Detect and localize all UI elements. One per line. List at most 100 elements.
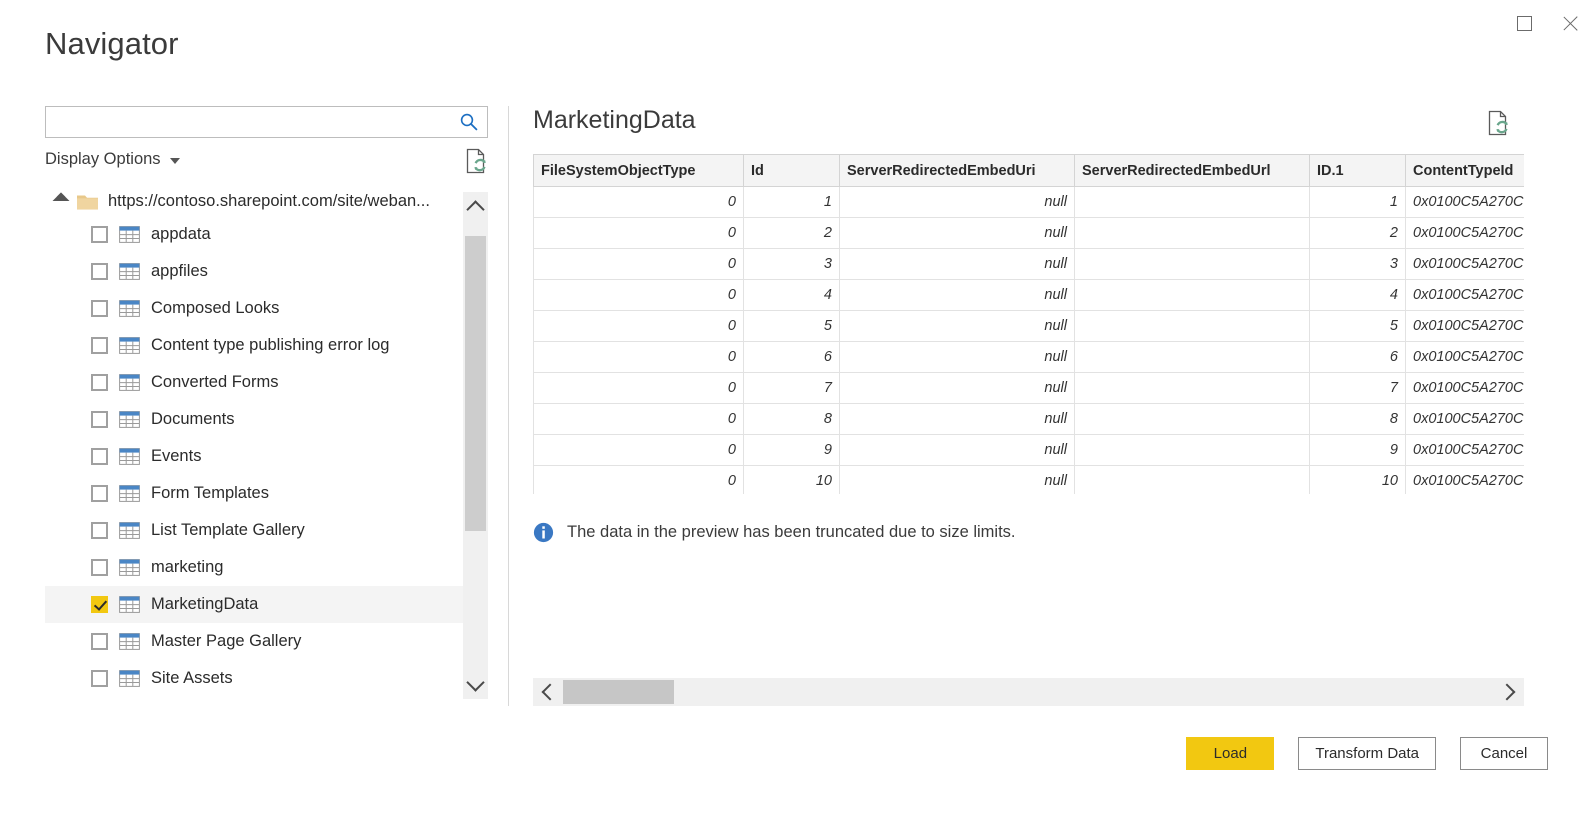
tree-item-composed-looks[interactable]: Composed Looks xyxy=(45,290,463,327)
table-icon-wrapper xyxy=(119,596,140,613)
table-cell xyxy=(1075,280,1310,311)
column-header[interactable]: ContentTypeId xyxy=(1406,155,1525,187)
scroll-up-button[interactable] xyxy=(463,192,488,222)
tree-item-checkbox[interactable] xyxy=(91,226,108,243)
tree-item-checkbox[interactable] xyxy=(91,633,108,650)
tree-item-label: Master Page Gallery xyxy=(151,632,301,651)
tree-vertical-scrollbar[interactable] xyxy=(463,192,488,699)
tree-item-label: appdata xyxy=(151,225,211,244)
maximize-button[interactable] xyxy=(1501,0,1547,46)
tree-item-events[interactable]: Events xyxy=(45,438,463,475)
table-cell: null xyxy=(840,404,1075,435)
search-icon[interactable] xyxy=(459,112,479,132)
table-icon xyxy=(119,559,140,576)
tree-item-master-page-gallery[interactable]: Master Page Gallery xyxy=(45,623,463,660)
navigator-tree: https://contoso.sharepoint.com/site/weba… xyxy=(45,186,488,699)
table-cell: 0x0100C5A270C xyxy=(1406,218,1525,249)
table-cell: 1 xyxy=(1310,187,1406,218)
column-header[interactable]: Id xyxy=(744,155,840,187)
tree-item-checkbox[interactable] xyxy=(91,522,108,539)
scroll-down-button[interactable] xyxy=(463,669,488,699)
chevron-left-icon xyxy=(542,684,559,701)
tree-item-checkbox[interactable] xyxy=(91,670,108,687)
tree-item-checkbox[interactable] xyxy=(91,559,108,576)
tree-item-checkbox[interactable] xyxy=(91,485,108,502)
horizontal-scrollbar-thumb[interactable] xyxy=(563,680,674,704)
column-header[interactable]: FileSystemObjectType xyxy=(534,155,744,187)
tree-root-node[interactable]: https://contoso.sharepoint.com/site/weba… xyxy=(45,186,463,216)
tree-scrollbar-thumb[interactable] xyxy=(465,236,486,531)
close-button[interactable] xyxy=(1547,0,1593,46)
table-cell: 8 xyxy=(744,404,840,435)
table-row: 05null50x0100C5A270C xyxy=(534,311,1525,342)
tree-item-checkbox[interactable] xyxy=(91,448,108,465)
table-cell: 0 xyxy=(534,249,744,280)
table-cell: 7 xyxy=(744,373,840,404)
tree-item-documents[interactable]: Documents xyxy=(45,401,463,438)
scroll-right-button[interactable] xyxy=(1494,678,1524,706)
tree-item-list-template-gallery[interactable]: List Template Gallery xyxy=(45,512,463,549)
column-header[interactable]: ServerRedirectedEmbedUrl xyxy=(1075,155,1310,187)
refresh-document-icon[interactable] xyxy=(1486,110,1510,136)
table-cell: 10 xyxy=(1310,466,1406,495)
tree-root-label: https://contoso.sharepoint.com/site/weba… xyxy=(108,192,430,211)
table-cell xyxy=(1075,404,1310,435)
tree-item-checkbox[interactable] xyxy=(91,411,108,428)
table-cell: 7 xyxy=(1310,373,1406,404)
table-cell xyxy=(1075,311,1310,342)
preview-title: MarketingData xyxy=(533,106,696,135)
preview-horizontal-scrollbar[interactable] xyxy=(533,678,1524,706)
tree-item-checkbox[interactable] xyxy=(91,596,108,613)
table-cell: 0 xyxy=(534,280,744,311)
table-cell xyxy=(1075,435,1310,466)
table-icon-wrapper xyxy=(119,300,140,317)
transform-data-button[interactable]: Transform Data xyxy=(1298,737,1436,770)
table-cell: 0x0100C5A270C xyxy=(1406,280,1525,311)
display-options-dropdown[interactable]: Display Options xyxy=(45,150,180,169)
tree-item-appfiles[interactable]: appfiles xyxy=(45,253,463,290)
search-box[interactable] xyxy=(45,106,488,138)
table-cell: 1 xyxy=(744,187,840,218)
triangle-expanded-icon[interactable] xyxy=(53,193,70,210)
table-cell xyxy=(1075,342,1310,373)
table-icon-wrapper xyxy=(119,633,140,650)
tree-item-label: Site Assets xyxy=(151,669,233,688)
table-cell: null xyxy=(840,373,1075,404)
tree-item-converted-forms[interactable]: Converted Forms xyxy=(45,364,463,401)
preview-table-header-row: FileSystemObjectTypeIdServerRedirectedEm… xyxy=(534,155,1525,187)
tree-item-appdata[interactable]: appdata xyxy=(45,216,463,253)
table-icon-wrapper xyxy=(119,263,140,280)
tree-item-marketing[interactable]: marketing xyxy=(45,549,463,586)
tree-item-label: List Template Gallery xyxy=(151,521,305,540)
scroll-left-button[interactable] xyxy=(533,678,563,706)
table-cell: 0x0100C5A270C xyxy=(1406,404,1525,435)
column-header[interactable]: ServerRedirectedEmbedUri xyxy=(840,155,1075,187)
table-cell: null xyxy=(840,187,1075,218)
horizontal-scrollbar-track[interactable] xyxy=(563,678,1494,706)
table-cell: 0 xyxy=(534,466,744,495)
cancel-button[interactable]: Cancel xyxy=(1460,737,1548,770)
table-row: 03null30x0100C5A270C xyxy=(534,249,1525,280)
tree-item-marketingdata[interactable]: MarketingData xyxy=(45,586,463,623)
table-cell: 9 xyxy=(1310,435,1406,466)
tree-item-content-type-publishing-error-log[interactable]: Content type publishing error log xyxy=(45,327,463,364)
tree-item-form-templates[interactable]: Form Templates xyxy=(45,475,463,512)
preview-table: FileSystemObjectTypeIdServerRedirectedEm… xyxy=(533,154,1524,494)
table-icon xyxy=(119,596,140,613)
tree-item-checkbox[interactable] xyxy=(91,374,108,391)
search-input[interactable] xyxy=(46,107,451,137)
refresh-document-icon[interactable] xyxy=(464,148,488,174)
tree-item-checkbox[interactable] xyxy=(91,263,108,280)
window-controls xyxy=(1501,0,1593,46)
table-cell: 10 xyxy=(744,466,840,495)
table-cell: 0x0100C5A270C xyxy=(1406,466,1525,495)
load-button[interactable]: Load xyxy=(1186,737,1274,770)
tree-item-site-assets[interactable]: Site Assets xyxy=(45,660,463,697)
tree-item-checkbox[interactable] xyxy=(91,337,108,354)
preview-panel: MarketingData FileSystemObjectTypeIdServ xyxy=(533,106,1524,544)
tree-item-checkbox[interactable] xyxy=(91,300,108,317)
table-cell: 0x0100C5A270C xyxy=(1406,435,1525,466)
column-header[interactable]: ID.1 xyxy=(1310,155,1406,187)
table-cell: null xyxy=(840,311,1075,342)
table-cell: 6 xyxy=(1310,342,1406,373)
